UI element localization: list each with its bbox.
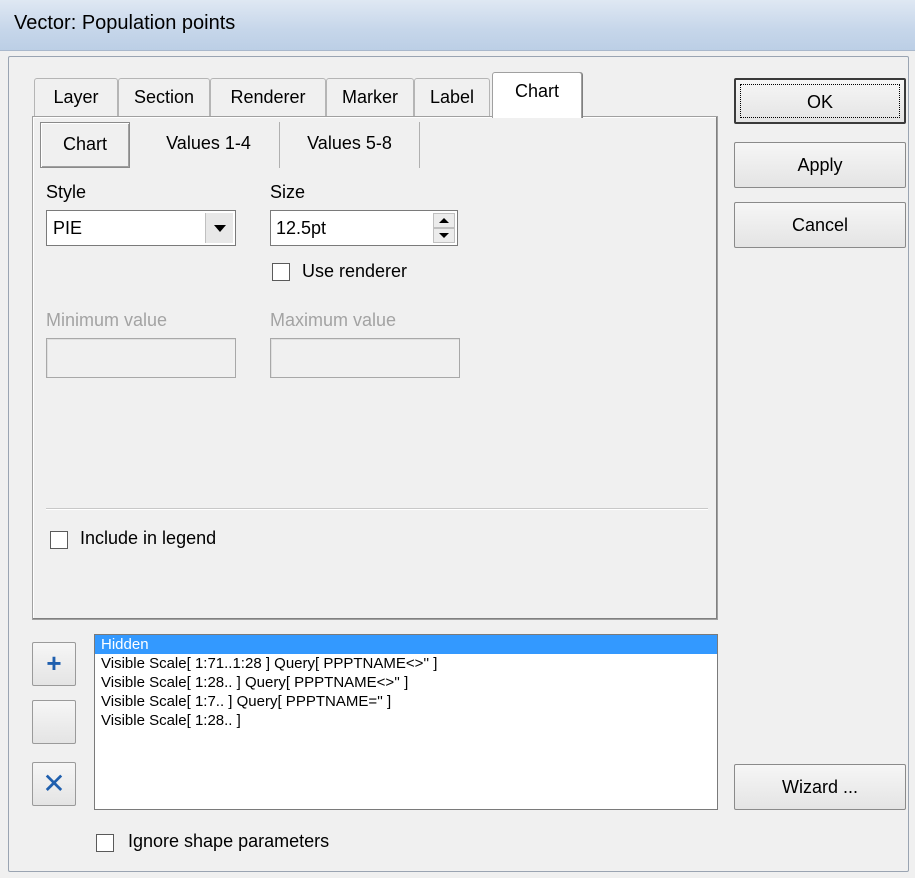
tab-label-text: Label	[429, 87, 475, 107]
tab-label: Marker	[341, 87, 398, 107]
tab-marker[interactable]: Marker	[326, 78, 414, 116]
list-item[interactable]: Visible Scale[ 1:7.. ] Query[ PPPTNAME='…	[95, 692, 717, 711]
tab-label: Chart	[514, 81, 559, 101]
subtab-label: Values 1-4	[166, 133, 251, 153]
apply-button-label: Apply	[797, 155, 843, 175]
subtab-label: Chart	[62, 134, 107, 154]
tab-label: Layer	[53, 87, 99, 107]
close-icon: ✕	[42, 768, 66, 799]
list-item[interactable]: Visible Scale[ 1:71..1:28 ] Query[ PPPTN…	[95, 654, 717, 673]
size-value: 12.5pt	[276, 218, 327, 238]
minimum-value-label: Minimum value	[46, 310, 168, 330]
ok-button[interactable]: OK	[734, 78, 906, 124]
list-item[interactable]: Visible Scale[ 1:28.. ]	[95, 711, 717, 730]
divider	[46, 508, 708, 510]
tab-label[interactable]: Label	[414, 78, 490, 116]
subtab-values-1-4[interactable]: Values 1-4	[138, 122, 280, 168]
delete-section-button[interactable]: ✕	[32, 762, 76, 806]
include-in-legend-label: Include in legend	[80, 528, 217, 548]
spin-up-icon[interactable]	[433, 213, 455, 228]
subtab-chart[interactable]: Chart	[40, 122, 130, 168]
subtab-values-5-8[interactable]: Values 5-8	[280, 122, 420, 168]
tab-layer[interactable]: Layer	[34, 78, 118, 116]
wizard-button[interactable]: Wizard ...	[734, 764, 906, 810]
include-in-legend-checkbox[interactable]	[50, 531, 68, 549]
cancel-button[interactable]: Cancel	[734, 202, 906, 248]
apply-button[interactable]: Apply	[734, 142, 906, 188]
title-bar: Vector: Population points	[0, 0, 915, 51]
size-stepper[interactable]: 12.5pt	[270, 210, 458, 246]
tab-section[interactable]: Section	[118, 78, 210, 116]
tab-chart[interactable]: Chart	[492, 72, 582, 118]
spin-down-icon[interactable]	[433, 228, 455, 243]
use-renderer-label: Use renderer	[302, 261, 408, 281]
tab-label: Section	[133, 87, 195, 107]
style-dropdown[interactable]: PIE	[46, 210, 236, 246]
size-label: Size	[270, 182, 306, 202]
blank-button[interactable]	[32, 700, 76, 744]
tab-renderer[interactable]: Renderer	[210, 78, 326, 116]
window-title: Vector: Population points	[14, 12, 236, 34]
chevron-down-icon[interactable]	[205, 213, 233, 243]
maximum-value-field	[270, 338, 460, 378]
cancel-button-label: Cancel	[791, 215, 849, 235]
ignore-shape-checkbox[interactable]	[96, 834, 114, 852]
minimum-value-field	[46, 338, 236, 378]
plus-icon: +	[46, 648, 62, 678]
wizard-button-label: Wizard ...	[781, 777, 858, 797]
style-value: PIE	[53, 218, 83, 238]
style-label: Style	[46, 182, 87, 202]
focus-ring	[740, 84, 900, 118]
use-renderer-checkbox[interactable]	[272, 263, 290, 281]
ignore-shape-label: Ignore shape parameters	[128, 831, 330, 851]
maximum-value-label: Maximum value	[270, 310, 397, 330]
list-item[interactable]: Visible Scale[ 1:28.. ] Query[ PPPTNAME<…	[95, 673, 717, 692]
sections-listbox[interactable]: Hidden Visible Scale[ 1:71..1:28 ] Query…	[94, 634, 718, 810]
list-item[interactable]: Hidden	[95, 635, 717, 654]
subtab-label: Values 5-8	[307, 133, 392, 153]
tab-label: Renderer	[230, 87, 306, 107]
add-section-button[interactable]: +	[32, 642, 76, 686]
